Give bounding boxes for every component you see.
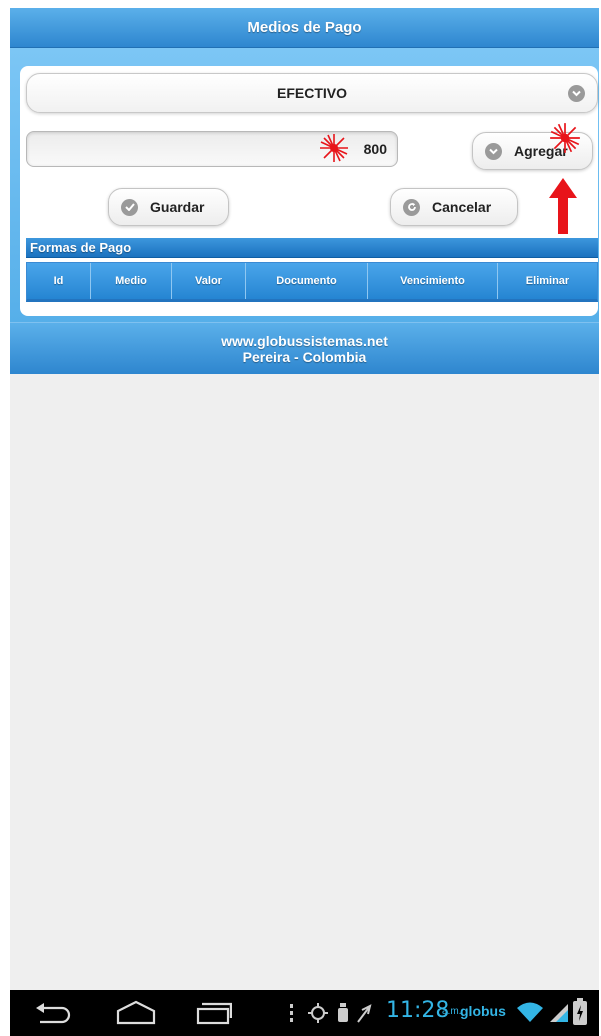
home-icon[interactable] [114, 1000, 158, 1026]
column-header-valor: Valor [172, 263, 246, 299]
status-carrier: globus [460, 1003, 506, 1019]
amount-value: 800 [363, 141, 387, 157]
wifi-icon [517, 1002, 543, 1022]
header-bar: Medios de Pago [10, 8, 599, 48]
payment-forms-table-header: Id Medio Valor Documento Vencimiento Eli… [26, 262, 598, 302]
add-button-label: Agregar [514, 143, 568, 159]
add-button[interactable]: Agregar [472, 132, 593, 170]
cancel-button[interactable]: Cancelar [390, 188, 518, 226]
save-button[interactable]: Guardar [108, 188, 229, 226]
column-header-vencimiento: Vencimiento [368, 263, 498, 299]
status-ampm: a.m. [442, 1006, 462, 1017]
content-area: EFECTIVO 800 Agregar Guardar Cancelar Fo… [10, 48, 599, 322]
chevron-down-icon [568, 85, 585, 102]
chevron-down-icon [485, 142, 502, 160]
payment-forms-title: Formas de Pago [26, 238, 598, 258]
footer-website: www.globussistemas.net [221, 332, 388, 349]
payment-method-value: EFECTIVO [276, 85, 347, 101]
column-header-id: Id [27, 263, 91, 299]
check-icon [121, 198, 138, 216]
status-clock: 11:28 [386, 998, 450, 1023]
app-window: Medios de Pago EFECTIVO 800 Agregar Guar… [10, 8, 599, 990]
battery-icon [573, 998, 587, 1025]
column-header-eliminar: Eliminar [525, 275, 570, 287]
column-header-medio: Medio [91, 263, 172, 299]
back-icon[interactable] [32, 1000, 72, 1026]
footer-bar: www.globussistemas.net Pereira - Colombi… [10, 322, 599, 374]
cancel-button-label: Cancelar [432, 199, 492, 215]
signal-icon [550, 1004, 568, 1022]
system-nav-bar: 11:28 a.m. globus [10, 990, 599, 1036]
footer-location: Pereira - Colombia [242, 348, 367, 365]
recent-apps-icon[interactable] [194, 1000, 234, 1026]
payment-panel: EFECTIVO 800 Agregar Guardar Cancelar Fo… [20, 66, 598, 316]
status-icons [290, 1003, 372, 1023]
column-header-documento: Documento [246, 263, 368, 299]
amount-input[interactable]: 800 [26, 131, 398, 167]
refresh-icon [403, 198, 420, 216]
save-button-label: Guardar [150, 199, 205, 215]
page-title: Medios de Pago [247, 19, 362, 36]
annotation-arrow-icon [549, 178, 577, 234]
payment-method-select[interactable]: EFECTIVO [26, 73, 598, 113]
